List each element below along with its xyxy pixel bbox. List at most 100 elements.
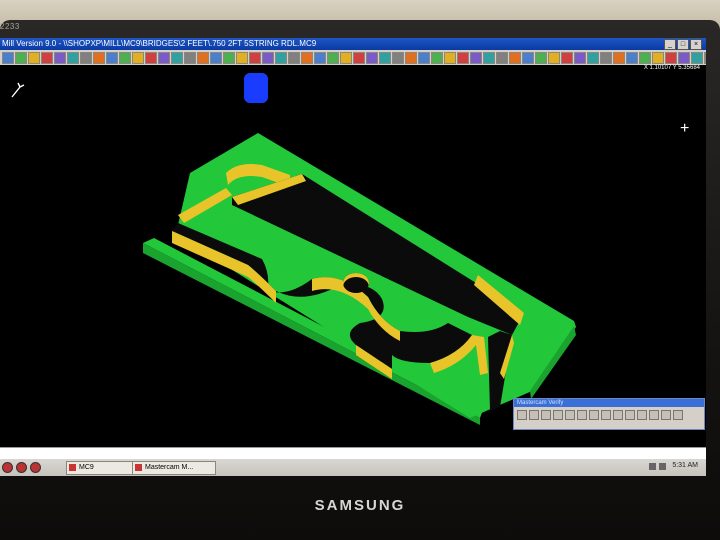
window-titlebar: Mill Version 9.0 - \\SHOPXP\MILL\MC9\BRI…	[0, 38, 706, 50]
verify-control-button[interactable]	[601, 410, 611, 420]
toolbar-tool-button[interactable]	[457, 51, 469, 64]
toolbar-tool-button[interactable]	[301, 51, 313, 64]
quicklaunch-icon-2[interactable]	[16, 462, 27, 473]
tray-icon[interactable]	[649, 463, 656, 470]
toolbar-tool-button[interactable]	[548, 51, 560, 64]
toolbar-tool-button[interactable]	[561, 51, 573, 64]
toolbar-tool-button[interactable]	[340, 51, 352, 64]
toolbar-tool-button[interactable]	[353, 51, 365, 64]
toolbar-tool-button[interactable]	[431, 51, 443, 64]
toolbar-tool-button[interactable]	[80, 51, 92, 64]
clock: 5:31 AM	[672, 462, 698, 469]
tray-icon[interactable]	[659, 463, 666, 470]
toolbar-tool-button[interactable]	[418, 51, 430, 64]
toolbar-tool-button[interactable]	[327, 51, 339, 64]
toolbar-tool-button[interactable]	[405, 51, 417, 64]
toolbar-tool-button[interactable]	[41, 51, 53, 64]
toolbar-tool-button[interactable]	[665, 51, 677, 64]
taskbar: MC9 Mastercam M... 5:31 AM	[0, 459, 706, 476]
coordinate-readout: X 1.10107 Y 5.35684	[643, 65, 700, 71]
toolbar-tool-button[interactable]	[379, 51, 391, 64]
quicklaunch-icon-1[interactable]	[2, 462, 13, 473]
toolbar-tool-button[interactable]	[54, 51, 66, 64]
toolbar-tool-button[interactable]	[639, 51, 651, 64]
toolbar-tool-button[interactable]	[236, 51, 248, 64]
verify-control-button[interactable]	[661, 410, 671, 420]
close-button[interactable]: ×	[690, 39, 702, 50]
gview-axis-icon	[10, 81, 26, 104]
toolbar-tool-button[interactable]	[249, 51, 261, 64]
verify-control-button[interactable]	[613, 410, 623, 420]
toolbar-tool-button[interactable]	[691, 51, 703, 64]
toolbar-tool-button[interactable]	[314, 51, 326, 64]
maximize-button[interactable]: □	[677, 39, 689, 50]
toolbar-tool-button[interactable]	[223, 51, 235, 64]
verify-control-button[interactable]	[565, 410, 575, 420]
verify-control-button[interactable]	[625, 410, 635, 420]
toolbar-tool-button[interactable]	[288, 51, 300, 64]
toolbar-tool-button[interactable]	[210, 51, 222, 64]
verify-window-title: Mastercam Verify	[514, 399, 704, 407]
coordinate-readout-bar: X 1.10107 Y 5.35684	[0, 65, 706, 73]
toolbar-tool-button[interactable]	[496, 51, 508, 64]
verify-control-button[interactable]	[529, 410, 539, 420]
toolbar-tool-button[interactable]	[704, 51, 706, 64]
task-label: Mastercam M...	[145, 464, 194, 471]
main-toolbar	[0, 50, 706, 66]
task-button-mastercam[interactable]: Mastercam M...	[132, 461, 216, 475]
crosshair-icon: +	[680, 120, 690, 137]
toolbar-tool-button[interactable]	[652, 51, 664, 64]
toolbar-tool-button[interactable]	[574, 51, 586, 64]
toolbar-tool-button[interactable]	[678, 51, 690, 64]
quicklaunch	[2, 462, 41, 473]
window-title: Mill Version 9.0 - \\SHOPXP\MILL\MC9\BRI…	[2, 39, 317, 48]
task-label: MC9	[79, 464, 94, 471]
toolbar-tool-button[interactable]	[522, 51, 534, 64]
verify-control-button[interactable]	[553, 410, 563, 420]
toolbar-tool-button[interactable]	[119, 51, 131, 64]
toolbar-tool-button[interactable]	[106, 51, 118, 64]
minimize-button[interactable]: _	[664, 39, 676, 50]
folder-icon	[69, 464, 76, 471]
verify-control-button[interactable]	[577, 410, 587, 420]
quicklaunch-icon-3[interactable]	[30, 462, 41, 473]
toolbar-tool-button[interactable]	[145, 51, 157, 64]
monitor-model-label: 2233	[0, 22, 20, 31]
toolbar-tool-button[interactable]	[392, 51, 404, 64]
toolbar-tool-button[interactable]	[171, 51, 183, 64]
toolbar-tool-button[interactable]	[2, 51, 14, 64]
toolbar-tool-button[interactable]	[262, 51, 274, 64]
verify-mini-window: Mastercam Verify	[513, 398, 705, 430]
toolbar-tool-button[interactable]	[600, 51, 612, 64]
verify-control-button[interactable]	[589, 410, 599, 420]
verify-control-button[interactable]	[649, 410, 659, 420]
monitor-brand-logo: SAMSUNG	[314, 497, 406, 514]
toolbar-tool-button[interactable]	[275, 51, 287, 64]
verify-control-button[interactable]	[673, 410, 683, 420]
toolbar-tool-button[interactable]	[15, 51, 27, 64]
verify-control-button[interactable]	[637, 410, 647, 420]
toolbar-tool-button[interactable]	[613, 51, 625, 64]
toolbar-tool-button[interactable]	[509, 51, 521, 64]
task-button-mc9[interactable]: MC9	[66, 461, 140, 475]
toolbar-tool-button[interactable]	[197, 51, 209, 64]
monitor-screen: Mill Version 9.0 - \\SHOPXP\MILL\MC9\BRI…	[0, 38, 706, 476]
mastercam-icon	[135, 464, 142, 471]
toolbar-tool-button[interactable]	[366, 51, 378, 64]
toolbar-tool-button[interactable]	[67, 51, 79, 64]
verify-control-button[interactable]	[517, 410, 527, 420]
toolbar-tool-button[interactable]	[587, 51, 599, 64]
toolbar-tool-button[interactable]	[470, 51, 482, 64]
toolbar-tool-button[interactable]	[483, 51, 495, 64]
toolbar-tool-button[interactable]	[93, 51, 105, 64]
toolbar-tool-button[interactable]	[626, 51, 638, 64]
toolbar-tool-button[interactable]	[28, 51, 40, 64]
graphics-viewport[interactable]	[0, 73, 706, 447]
toolbar-tool-button[interactable]	[158, 51, 170, 64]
verify-control-button[interactable]	[541, 410, 551, 420]
toolbar-tool-button[interactable]	[535, 51, 547, 64]
toolbar-tool-button[interactable]	[444, 51, 456, 64]
cutting-tool	[244, 73, 268, 103]
toolbar-tool-button[interactable]	[132, 51, 144, 64]
toolbar-tool-button[interactable]	[184, 51, 196, 64]
